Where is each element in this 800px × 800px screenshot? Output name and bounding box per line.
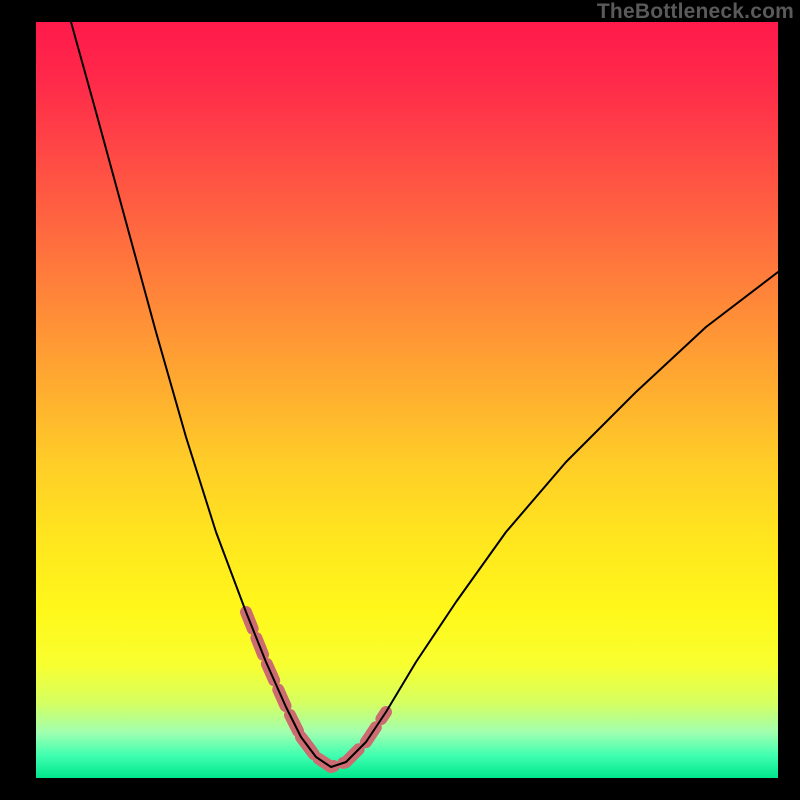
plot-area	[36, 22, 778, 778]
curve-svg	[36, 22, 778, 778]
chart-frame: TheBottleneck.com	[0, 0, 800, 800]
watermark-text: TheBottleneck.com	[597, 0, 794, 24]
bottleneck-curve	[71, 22, 778, 767]
